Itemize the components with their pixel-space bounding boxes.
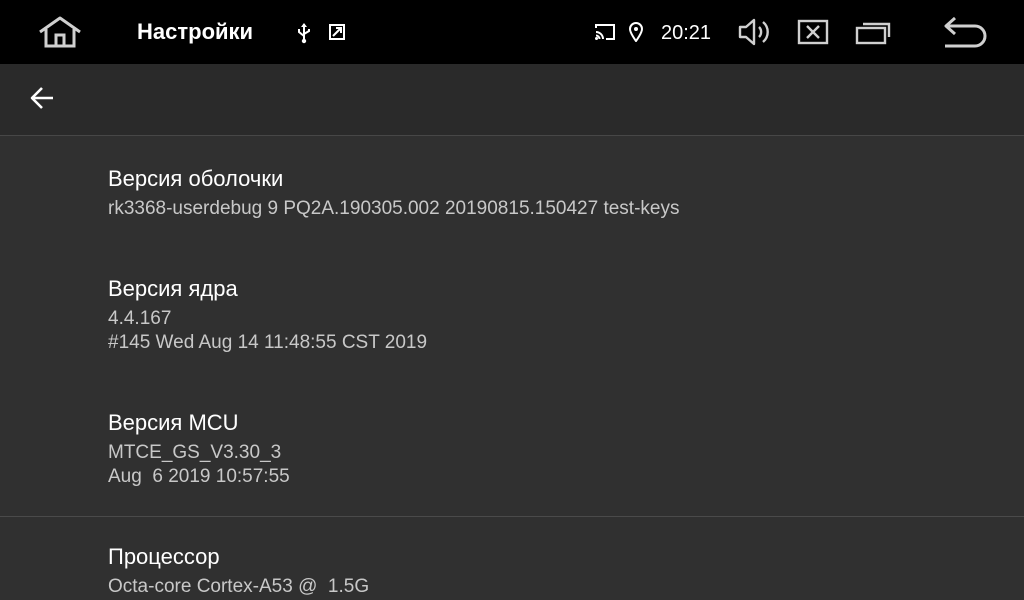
item-value: Octa-core Cortex-A53 @ 1.5G [108, 576, 370, 597]
item-value: #145 Wed Aug 14 11:48:55 CST 2019 [108, 332, 428, 353]
status-bar: Настройки 20:21 [0, 0, 1024, 64]
list-item-processor[interactable]: Процессор Octa-core Cortex-A53 @ 1.5G [108, 544, 369, 599]
item-title: Версия MCU [108, 410, 239, 435]
item-value: MTCE_GS_V3.30_3 [108, 442, 282, 463]
return-icon[interactable] [938, 14, 990, 50]
item-title: Версия оболочки [108, 166, 284, 191]
volume-icon[interactable] [736, 14, 772, 50]
cast-icon [593, 22, 617, 42]
screenshot-icon [327, 22, 347, 42]
home-icon[interactable] [36, 12, 84, 52]
recents-icon[interactable] [854, 16, 894, 48]
status-bar-title: Настройки [137, 19, 254, 44]
close-box-icon[interactable] [796, 16, 830, 48]
back-button[interactable] [20, 80, 64, 120]
usb-icon [294, 22, 314, 44]
list-item-mcu-version[interactable]: Версия MCU MTCE_GS_V3.30_3 Aug 6 2019 10… [108, 410, 290, 489]
list-item-kernel-version[interactable]: Версия ядра 4.4.167 #145 Wed Aug 14 11:4… [108, 276, 427, 355]
item-value: Aug 6 2019 10:57:55 [108, 466, 290, 487]
divider [0, 516, 1024, 517]
list-item-shell-version[interactable]: Версия оболочки rk3368-userdebug 9 PQ2A.… [108, 166, 679, 221]
clock: 20:21 [661, 22, 712, 44]
location-icon [627, 21, 645, 43]
item-title: Процессор [108, 544, 220, 569]
arrow-back-icon [28, 84, 56, 117]
item-value: rk3368-userdebug 9 PQ2A.190305.002 20190… [108, 198, 680, 219]
item-value: 4.4.167 [108, 308, 172, 329]
app-bar [0, 64, 1024, 136]
item-title: Версия ядра [108, 276, 238, 301]
